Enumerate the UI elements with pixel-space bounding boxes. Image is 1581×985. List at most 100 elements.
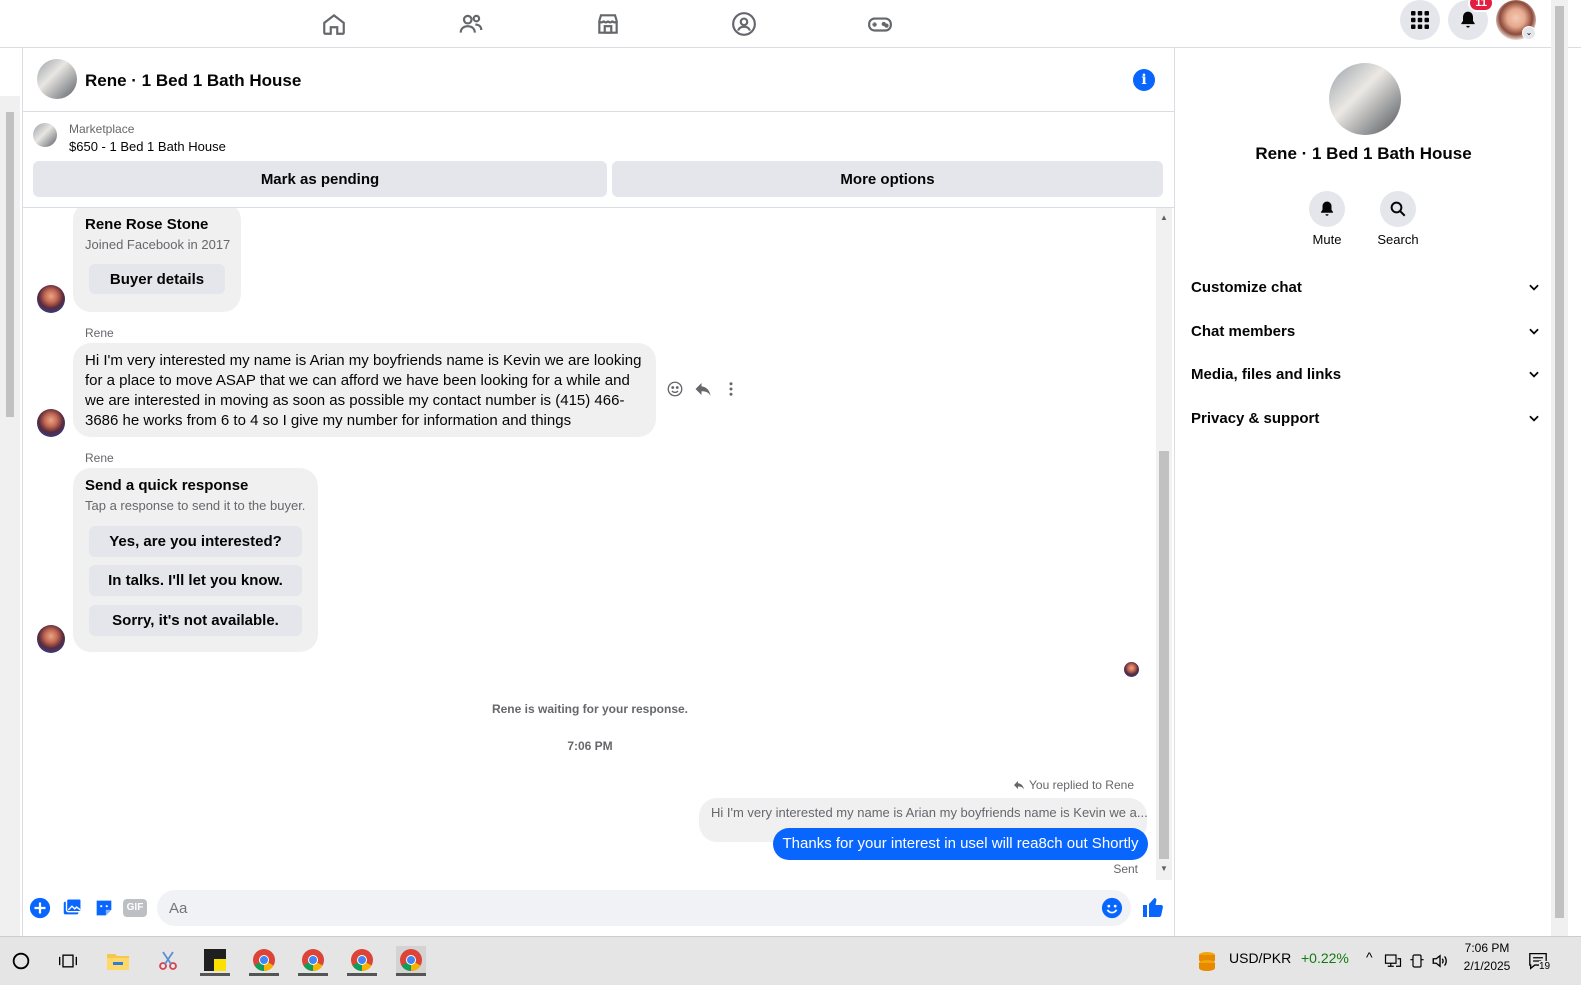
sender-name: Rene	[85, 451, 114, 465]
search-button[interactable]	[1380, 191, 1416, 227]
grid-icon	[1411, 11, 1429, 29]
snipping-tool-icon[interactable]	[153, 946, 183, 976]
scroll-down-arrow-icon[interactable]: ▼	[1160, 864, 1168, 873]
home-icon[interactable]	[316, 6, 352, 42]
section-media-files-links[interactable]: Media, files and links	[1191, 354, 1541, 394]
chrome-icon[interactable]	[249, 946, 279, 976]
device-icon[interactable]	[1407, 946, 1427, 976]
chrome-icon[interactable]	[298, 946, 328, 976]
marketplace-icon[interactable]	[590, 6, 626, 42]
section-label: Privacy & support	[1191, 409, 1320, 427]
section-label: Customize chat	[1191, 278, 1302, 296]
file-explorer-icon[interactable]	[103, 946, 133, 976]
message-input[interactable]	[157, 890, 1057, 926]
photo-icon[interactable]	[61, 897, 83, 919]
replied-to-text: You replied to Rene	[1029, 778, 1134, 792]
chrome-icon[interactable]	[347, 946, 377, 976]
add-icon[interactable]	[29, 897, 51, 919]
quick-response-in-talks[interactable]: In talks. I'll let you know.	[89, 565, 302, 596]
chevron-down-icon	[1529, 284, 1539, 291]
message-scrollbar[interactable]: ▲ ▼	[1156, 208, 1172, 880]
sticky-notes-icon[interactable]	[200, 946, 230, 976]
currency-widget-icon[interactable]	[1192, 946, 1222, 976]
buyer-details-button[interactable]: Buyer details	[89, 264, 225, 294]
my-reply-bubble[interactable]: Thanks for your interest in usel will re…	[773, 828, 1148, 860]
task-view-icon[interactable]	[53, 946, 83, 976]
network-icon[interactable]	[1383, 946, 1403, 976]
emoji-icon[interactable]	[1101, 897, 1123, 924]
clock-time[interactable]: 7:06 PM	[1458, 941, 1516, 955]
sender-avatar[interactable]	[37, 285, 65, 313]
sender-avatar[interactable]	[37, 409, 65, 437]
read-receipt-avatar	[1124, 662, 1139, 677]
section-customize-chat[interactable]: Customize chat	[1191, 267, 1541, 307]
chat-title[interactable]: Rene · 1 Bed 1 Bath House	[85, 71, 301, 91]
sticker-icon[interactable]	[93, 897, 115, 919]
sender-name: Rene	[85, 326, 114, 340]
sender-avatar[interactable]	[37, 625, 65, 653]
mute-button[interactable]	[1309, 191, 1345, 227]
message-timestamp: 7:06 PM	[567, 739, 613, 753]
chevron-down-icon	[1529, 415, 1539, 422]
section-chat-members[interactable]: Chat members	[1191, 311, 1541, 351]
message-input-container[interactable]	[157, 890, 1131, 926]
clock-date[interactable]: 2/1/2025	[1458, 959, 1516, 973]
scroll-up-arrow-icon[interactable]: ▲	[1160, 213, 1168, 222]
chat-details-title: Rene · 1 Bed 1 Bath House	[1255, 144, 1472, 163]
listing-price[interactable]: $650 - 1 Bed 1 Bath House	[69, 139, 226, 154]
tray-chevron-up-icon[interactable]: ^	[1366, 949, 1373, 965]
account-chevron-icon[interactable]: ⌄	[1522, 26, 1536, 40]
notification-count: 19	[1539, 961, 1551, 972]
bell-icon	[1321, 201, 1333, 216]
reply-indicator-icon	[1014, 781, 1025, 790]
more-vertical-icon[interactable]	[722, 380, 740, 398]
gaming-icon[interactable]	[862, 6, 898, 42]
message-list: Rene Rose Stone Joined Facebook in 2017 …	[22, 208, 1156, 880]
search-icon	[1390, 201, 1406, 217]
notifications-button[interactable]: 11	[1448, 0, 1494, 40]
chrome-icon[interactable]	[396, 946, 426, 976]
chat-details-avatar[interactable]	[1329, 63, 1401, 135]
message-bubble[interactable]: Hi I'm very interested my name is Arian …	[73, 343, 656, 437]
chevron-down-icon	[1529, 371, 1539, 378]
top-navigation: 11 ⌄	[0, 0, 1581, 48]
replied-to-label: You replied to Rene	[1013, 778, 1134, 792]
chevron-down-icon	[1529, 328, 1539, 335]
cortana-icon[interactable]	[6, 946, 36, 976]
friends-icon[interactable]	[453, 6, 489, 42]
info-icon[interactable]: i	[1133, 69, 1155, 91]
groups-icon[interactable]	[726, 6, 762, 42]
chat-avatar[interactable]	[37, 59, 77, 99]
left-scrollbar[interactable]	[0, 96, 20, 936]
bell-icon	[1461, 11, 1475, 28]
react-icon[interactable]	[666, 380, 684, 398]
gif-button[interactable]: GIF	[123, 899, 147, 917]
waiting-notice: Rene is waiting for your response.	[491, 702, 689, 716]
more-options-button[interactable]: More options	[612, 161, 1163, 197]
message-scrollbar-thumb[interactable]	[1159, 451, 1169, 859]
search-label: Search	[1377, 232, 1419, 247]
quick-response-not-available[interactable]: Sorry, it's not available.	[89, 605, 302, 636]
currency-pair[interactable]: USD/PKR	[1229, 950, 1291, 966]
windows-taskbar: USD/PKR +0.22% ^ 7:06 PM 2/1/2025 19	[0, 936, 1581, 985]
left-scrollbar-thumb[interactable]	[6, 112, 14, 417]
like-icon[interactable]	[1141, 895, 1165, 919]
reply-icon[interactable]	[694, 380, 712, 398]
buyer-profile-card: Rene Rose Stone Joined Facebook in 2017 …	[73, 208, 241, 312]
quick-response-card: Send a quick response Tap a response to …	[73, 468, 318, 652]
message-composer: GIF	[22, 880, 1174, 936]
quick-response-yes[interactable]: Yes, are you interested?	[89, 526, 302, 557]
page-scrollbar[interactable]	[1551, 0, 1568, 936]
menu-grid-button[interactable]	[1400, 0, 1440, 40]
marketplace-label: Marketplace	[69, 122, 135, 136]
quick-response-subtitle: Tap a response to send it to the buyer.	[85, 498, 306, 513]
mute-label: Mute	[1312, 232, 1342, 247]
mark-as-pending-button[interactable]: Mark as pending	[33, 161, 607, 197]
section-privacy-support[interactable]: Privacy & support	[1191, 398, 1541, 438]
page-scrollbar-thumb[interactable]	[1555, 6, 1564, 918]
volume-icon[interactable]	[1429, 946, 1451, 976]
buyer-name: Rene Rose Stone	[85, 216, 209, 233]
buyer-joined: Joined Facebook in 2017	[85, 237, 231, 252]
listing-thumbnail[interactable]	[33, 123, 57, 147]
notification-badge: 11	[1468, 0, 1494, 12]
